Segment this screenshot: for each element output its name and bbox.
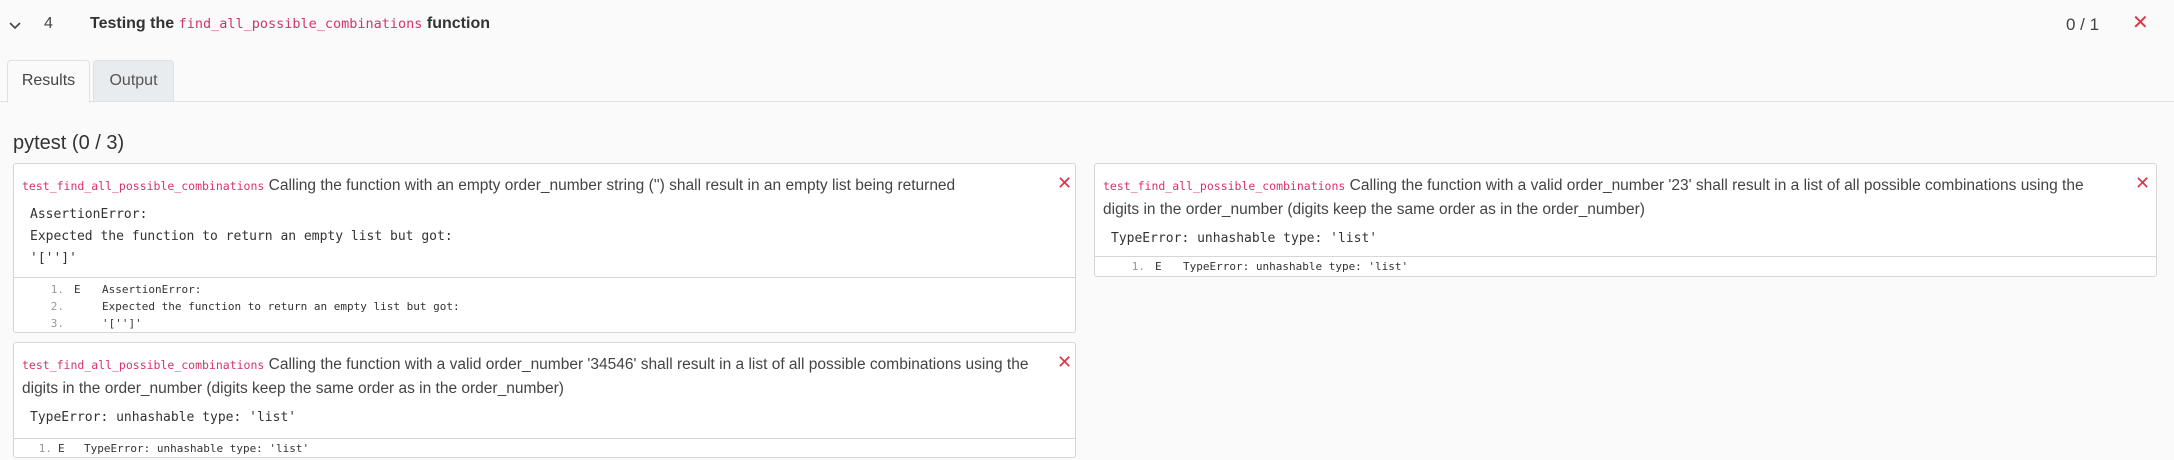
- task-score: 0 / 1: [2066, 15, 2100, 34]
- test-header: test_find_all_possible_combinations Call…: [22, 174, 1052, 198]
- section-title: pytest (0 / 3): [13, 132, 125, 154]
- test-name: test_find_all_possible_combinations: [22, 358, 265, 372]
- line-number: 1.: [50, 283, 64, 296]
- line-number: 3.: [50, 317, 64, 330]
- task-title: Testing the find_all_possible_combinatio…: [90, 15, 490, 33]
- task-title-prefix: Testing the: [90, 15, 175, 32]
- trace-line: 3. '['']': [14, 315, 1075, 332]
- line-number: 2.: [50, 300, 64, 313]
- test-result-card: test_find_all_possible_combinations Call…: [1094, 163, 2157, 277]
- traceback: 1. E AssertionError: 2. Expected the functi…: [14, 277, 1075, 332]
- trace-line: 1. E TypeError: unhashable type: 'list': [1095, 258, 2156, 275]
- test-description-line: test_find_all_possible_combinations Call…: [1103, 174, 2113, 198]
- error-message: AssertionError: Expected the function to …: [30, 204, 453, 270]
- test-name: test_find_all_possible_combinations: [22, 179, 265, 193]
- test-description: Calling the function with a valid order_…: [1349, 177, 2084, 194]
- error-message: TypeError: unhashable type: 'list': [30, 407, 296, 429]
- trace-text: AssertionError:: [102, 283, 202, 296]
- test-description-line: digits in the order_number (digits keep …: [1103, 201, 1645, 218]
- trace-line: 1. E AssertionError:: [14, 281, 1075, 298]
- task-header[interactable]: 4 Testing the find_all_possible_combinat…: [0, 0, 2174, 50]
- error-message: TypeError: unhashable type: 'list': [1111, 228, 1377, 250]
- close-icon: ✕: [1057, 352, 1073, 372]
- trace-mark: E: [1155, 260, 1162, 273]
- trace-text: TypeError: unhashable type: 'list': [84, 442, 310, 455]
- test-description: Calling the function with an empty order…: [268, 177, 956, 194]
- test-description-line: test_find_all_possible_combinations Call…: [22, 353, 1062, 377]
- trace-line: 1. E TypeError: unhashable type: 'list': [14, 440, 1075, 457]
- tab-results[interactable]: Results: [7, 60, 90, 103]
- error-line: AssertionError:: [30, 207, 148, 222]
- trace-mark: E: [58, 442, 65, 455]
- test-result-card: test_find_all_possible_combinations Call…: [13, 342, 1076, 458]
- traceback: 1. E TypeError: unhashable type: 'list': [14, 438, 1075, 457]
- tab-output[interactable]: Output: [93, 60, 174, 102]
- task-result-panel: 4 Testing the find_all_possible_combinat…: [0, 0, 2174, 460]
- error-line: Expected the function to return an empty…: [30, 229, 453, 244]
- line-number: 1.: [38, 442, 52, 455]
- trace-text: '['']': [102, 317, 142, 330]
- chevron-down-icon[interactable]: [7, 17, 23, 33]
- close-icon: ✕: [2135, 173, 2151, 193]
- trace-line: 2. Expected the function to return an emp…: [14, 298, 1075, 315]
- task-title-suffix: function: [426, 15, 490, 32]
- test-description-line: digits in the order_number (digits keep …: [22, 380, 564, 397]
- traceback: 1. E TypeError: unhashable type: 'list': [1095, 256, 2156, 275]
- close-icon: ✕: [2132, 12, 2149, 34]
- result-tabs: Results Output: [0, 60, 2174, 103]
- trace-mark: E: [74, 283, 81, 296]
- test-name: test_find_all_possible_combinations: [1103, 179, 1346, 193]
- close-icon: ✕: [1057, 173, 1073, 193]
- test-result-card: test_find_all_possible_combinations Call…: [13, 163, 1076, 333]
- error-line: TypeError: unhashable type: 'list': [30, 410, 297, 425]
- test-description: Calling the function with a valid order_…: [268, 356, 1029, 373]
- line-number: 1.: [1131, 260, 1145, 273]
- task-number: 4: [44, 15, 53, 32]
- task-title-function: find_all_possible_combinations: [178, 16, 423, 32]
- trace-text: TypeError: unhashable type: 'list': [1183, 260, 1409, 273]
- error-line: TypeError: unhashable type: 'list': [1111, 231, 1378, 246]
- test-header: test_find_all_possible_combinations Call…: [22, 353, 1062, 401]
- trace-text: Expected the function to return an empty…: [102, 300, 460, 313]
- error-line: '['']': [30, 251, 77, 266]
- test-header: test_find_all_possible_combinations Call…: [1103, 174, 2113, 222]
